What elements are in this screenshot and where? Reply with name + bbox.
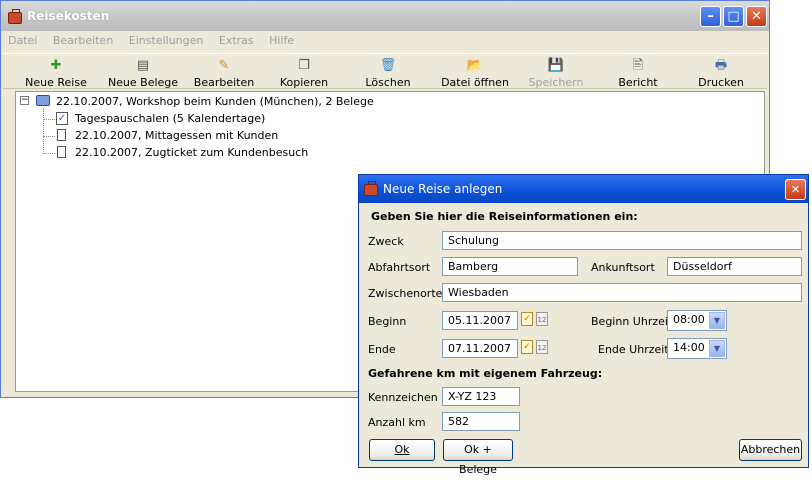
- calendar-icon[interactable]: 12: [536, 312, 548, 326]
- kennzeichen-label: Kennzeichen: [368, 391, 438, 404]
- beginn-date-field[interactable]: 05.11.2007: [442, 311, 518, 330]
- pencil-icon: ✎: [218, 58, 230, 73]
- tree-connector: [43, 108, 44, 154]
- ende-date-field[interactable]: 07.11.2007: [442, 339, 518, 358]
- plus-icon: ✚: [50, 58, 62, 73]
- chevron-down-icon[interactable]: ▼: [709, 312, 725, 329]
- document-icon: [57, 129, 66, 141]
- dialog-heading: Geben Sie hier die Reiseinformationen ei…: [371, 210, 638, 223]
- main-title-bar[interactable]: Reisekosten – □ ✕: [1, 1, 769, 31]
- calendar-icon[interactable]: 12: [536, 340, 548, 354]
- suitcase-icon: [364, 181, 378, 196]
- bericht-button[interactable]: 🖹 Bericht: [607, 58, 669, 89]
- chevron-down-icon[interactable]: ▼: [709, 340, 725, 357]
- toolbar: ✚ Neue Reise ▤ Neue Belege ✎ Bearbeiten …: [3, 53, 767, 89]
- menu-extras[interactable]: Extras: [219, 34, 254, 47]
- report-icon: 🖹: [632, 58, 644, 73]
- ok-button[interactable]: Ok: [369, 439, 435, 461]
- anzahl-km-field[interactable]: 582: [442, 412, 520, 431]
- speichern-button[interactable]: 💾 Speichern: [523, 58, 589, 89]
- loeschen-button[interactable]: 🗑 Löschen: [359, 58, 417, 89]
- neue-belege-button[interactable]: ▤ Neue Belege: [105, 58, 181, 89]
- folder-open-icon: 📂: [466, 58, 484, 73]
- zwischenorte-label: Zwischenorte: [368, 287, 443, 300]
- document-icon: [57, 146, 66, 158]
- dialog-title: Neue Reise anlegen: [383, 182, 503, 196]
- calendar-check-icon[interactable]: ✓: [521, 312, 533, 326]
- suitcase-icon: [8, 9, 22, 24]
- trash-icon: 🗑: [379, 58, 397, 73]
- tree-item[interactable]: Tagespauschalen (5 Kalendertage): [75, 112, 265, 125]
- ok-belege-button[interactable]: Ok + Belege: [443, 439, 513, 476]
- copy-icon: ❐: [298, 58, 310, 73]
- main-title: Reisekosten: [27, 9, 110, 23]
- drucken-button[interactable]: 🖶 Drucken: [689, 58, 753, 89]
- km-heading: Gefahrene km mit eigenem Fahrzeug:: [368, 367, 603, 380]
- ankunftsort-label: Ankunftsort: [591, 261, 655, 274]
- bearbeiten-button[interactable]: ✎ Bearbeiten: [189, 58, 259, 89]
- zweck-field[interactable]: Schulung: [442, 231, 802, 250]
- abfahrtsort-field[interactable]: Bamberg: [442, 257, 578, 276]
- ende-uhrzeit-select[interactable]: 14:00 ▼: [667, 338, 727, 359]
- beginn-label: Beginn: [368, 315, 407, 328]
- kennzeichen-field[interactable]: X-YZ 123: [442, 387, 520, 406]
- menu-einstellungen[interactable]: Einstellungen: [129, 34, 204, 47]
- abbrechen-button[interactable]: Abbrechen: [739, 439, 802, 461]
- save-icon: 💾: [547, 58, 565, 73]
- tree-item[interactable]: 22.10.2007, Mittagessen mit Kunden: [75, 129, 278, 142]
- close-button[interactable]: ✕: [746, 6, 767, 27]
- new-document-icon: ▤: [136, 58, 150, 73]
- ankunftsort-field[interactable]: Düsseldorf: [667, 257, 802, 276]
- menu-bearbeiten[interactable]: Bearbeiten: [53, 34, 113, 47]
- kopieren-button[interactable]: ❐ Kopieren: [271, 58, 337, 89]
- neue-reise-dialog: Neue Reise anlegen ✕ Geben Sie hier die …: [358, 174, 809, 476]
- dialog-close-button[interactable]: ✕: [785, 179, 806, 200]
- beginn-uhrzeit-select[interactable]: 08:00 ▼: [667, 310, 727, 331]
- beginn-uhrzeit-label: Beginn Uhrzeit: [591, 315, 673, 328]
- tree-root-item[interactable]: 22.10.2007, Workshop beim Kunden (Münche…: [56, 95, 374, 108]
- anzahl-km-label: Anzahl km: [368, 416, 426, 429]
- menu-datei[interactable]: Datei: [8, 34, 37, 47]
- tree-connector: [43, 153, 55, 154]
- printer-icon: 🖶: [714, 58, 728, 73]
- checklist-icon: ✓: [56, 112, 68, 125]
- ende-label: Ende: [368, 343, 396, 356]
- dialog-title-bar[interactable]: Neue Reise anlegen ✕: [359, 175, 808, 203]
- tree-item[interactable]: 22.10.2007, Zugticket zum Kundenbesuch: [75, 146, 308, 159]
- ende-uhrzeit-label: Ende Uhrzeit: [598, 343, 669, 356]
- maximize-button[interactable]: □: [723, 6, 744, 27]
- collapse-toggle[interactable]: −: [20, 96, 29, 105]
- datei-oeffnen-button[interactable]: 📂 Datei öffnen: [437, 58, 513, 89]
- abfahrtsort-label: Abfahrtsort: [368, 261, 431, 274]
- tree-connector: [43, 119, 55, 120]
- tree-connector: [43, 136, 55, 137]
- menu-hilfe[interactable]: Hilfe: [269, 34, 294, 47]
- suitcase-icon: [36, 95, 50, 106]
- minimize-button[interactable]: –: [700, 6, 721, 27]
- zwischenorte-field[interactable]: Wiesbaden: [442, 283, 802, 302]
- neue-reise-button[interactable]: ✚ Neue Reise: [21, 58, 91, 89]
- zweck-label: Zweck: [368, 235, 404, 248]
- menu-bar: Datei Bearbeiten Einstellungen Extras Hi…: [8, 34, 306, 47]
- calendar-check-icon[interactable]: ✓: [521, 340, 533, 354]
